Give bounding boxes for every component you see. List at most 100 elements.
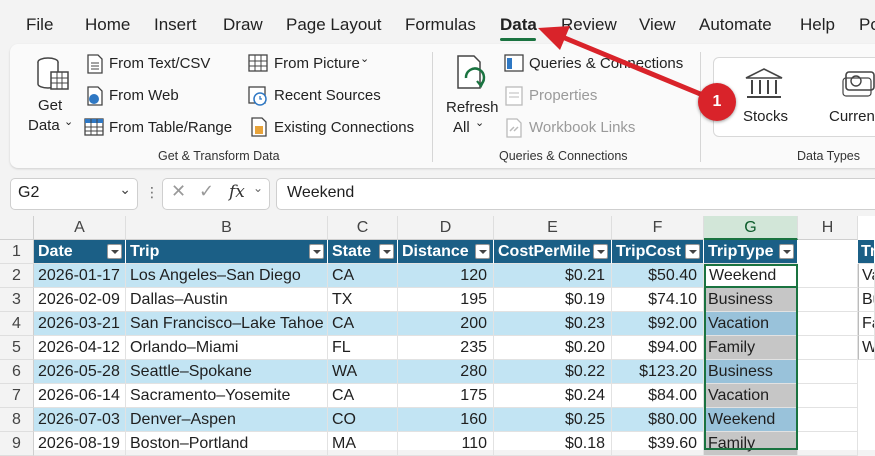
table-cell[interactable]: 2026-04-12 <box>34 336 126 360</box>
enter-icon[interactable]: ✓ <box>199 181 214 202</box>
table-header-cell[interactable]: State <box>328 240 398 264</box>
table-cell[interactable]: Denver–Aspen <box>126 408 328 432</box>
tab-insert[interactable]: Insert <box>154 15 197 35</box>
table-cell[interactable]: $0.23 <box>494 312 612 336</box>
column-header-b[interactable]: B <box>126 216 328 240</box>
tab-power[interactable]: Po <box>859 15 875 35</box>
table-header-cell[interactable]: TripType <box>704 240 798 264</box>
tab-formulas[interactable]: Formulas <box>405 15 476 35</box>
formula-input[interactable]: Weekend <box>276 178 875 210</box>
table-header-cell[interactable]: Trip <box>126 240 328 264</box>
table-cell[interactable]: San Francisco–Lake Tahoe <box>126 312 328 336</box>
table-cell[interactable]: $0.25 <box>494 408 612 432</box>
filter-dropdown-icon[interactable] <box>309 244 324 259</box>
table-cell[interactable]: Weekend <box>704 408 798 432</box>
table-cell[interactable]: $80.00 <box>612 408 704 432</box>
insert-function-icon[interactable]: fx <box>229 182 245 202</box>
from-text-csv-button[interactable]: From Text/CSV <box>109 55 210 72</box>
table-cell[interactable]: 110 <box>398 432 494 456</box>
column-header-c[interactable]: C <box>328 216 398 240</box>
table-cell[interactable]: 235 <box>398 336 494 360</box>
row-header-6[interactable]: 6 <box>0 360 34 384</box>
table-cell[interactable]: Business <box>704 288 798 312</box>
table-cell[interactable]: CO <box>328 408 398 432</box>
tab-help[interactable]: Help <box>800 15 835 35</box>
table-cell[interactable]: CA <box>328 264 398 288</box>
column-header-g[interactable]: G <box>704 216 798 240</box>
empty-cell[interactable] <box>798 288 858 312</box>
get-data-icon[interactable] <box>34 54 74 96</box>
empty-cell[interactable] <box>798 432 858 456</box>
filter-dropdown-icon[interactable] <box>593 244 608 259</box>
tab-draw[interactable]: Draw <box>223 15 263 35</box>
table-cell[interactable]: Family <box>704 432 798 456</box>
select-all-corner[interactable] <box>0 216 34 240</box>
table-cell[interactable]: 2026-03-21 <box>34 312 126 336</box>
table-cell[interactable]: Vacation <box>704 312 798 336</box>
table-cell[interactable]: Orlando–Miami <box>126 336 328 360</box>
table-cell[interactable]: 2026-06-14 <box>34 384 126 408</box>
side-table-header[interactable]: Tr <box>858 240 875 264</box>
side-table-cell[interactable]: Fa <box>858 312 875 336</box>
from-table-range-button[interactable]: From Table/Range <box>109 119 232 136</box>
stocks-button[interactable]: Stocks <box>743 108 788 125</box>
table-cell[interactable]: 200 <box>398 312 494 336</box>
empty-cell[interactable] <box>798 264 858 288</box>
table-cell[interactable]: 175 <box>398 384 494 408</box>
column-header-e[interactable]: E <box>494 216 612 240</box>
row-header-3[interactable]: 3 <box>0 288 34 312</box>
table-cell[interactable]: $0.24 <box>494 384 612 408</box>
filter-dropdown-icon[interactable] <box>107 244 122 259</box>
table-cell[interactable]: Sacramento–Yosemite <box>126 384 328 408</box>
table-cell[interactable]: TX <box>328 288 398 312</box>
row-header-4[interactable]: 4 <box>0 312 34 336</box>
table-cell[interactable]: 195 <box>398 288 494 312</box>
table-cell[interactable]: Business <box>704 360 798 384</box>
column-header-d[interactable]: D <box>398 216 494 240</box>
side-table-cell[interactable]: W <box>858 336 875 360</box>
column-header-f[interactable]: F <box>612 216 704 240</box>
row-header-9[interactable]: 9 <box>0 432 34 456</box>
table-cell[interactable]: $92.00 <box>612 312 704 336</box>
currencies-button[interactable]: Currenc <box>829 108 875 125</box>
table-cell[interactable]: $74.10 <box>612 288 704 312</box>
table-cell[interactable]: $0.19 <box>494 288 612 312</box>
tab-file[interactable]: File <box>26 15 53 35</box>
table-cell[interactable]: Family <box>704 336 798 360</box>
recent-sources-button[interactable]: Recent Sources <box>274 87 381 104</box>
side-table-cell[interactable]: Va <box>858 264 875 288</box>
table-cell[interactable]: CA <box>328 384 398 408</box>
table-cell[interactable]: Boston–Portland <box>126 432 328 456</box>
table-cell[interactable]: 2026-08-19 <box>34 432 126 456</box>
refresh-all-icon[interactable] <box>452 54 492 96</box>
existing-connections-button[interactable]: Existing Connections <box>274 119 414 136</box>
row-header-2[interactable]: 2 <box>0 264 34 288</box>
table-cell[interactable]: $50.40 <box>612 264 704 288</box>
table-header-cell[interactable]: Date <box>34 240 126 264</box>
table-cell[interactable]: CA <box>328 312 398 336</box>
active-cell[interactable]: Weekend <box>704 264 798 288</box>
table-cell[interactable]: 2026-02-09 <box>34 288 126 312</box>
from-web-button[interactable]: From Web <box>109 87 179 104</box>
empty-cell[interactable] <box>798 336 858 360</box>
get-data-label[interactable]: Get <box>38 97 62 114</box>
table-cell[interactable]: 280 <box>398 360 494 384</box>
table-cell[interactable]: $94.00 <box>612 336 704 360</box>
empty-cell[interactable] <box>798 408 858 432</box>
table-cell[interactable]: Dallas–Austin <box>126 288 328 312</box>
table-cell[interactable]: Los Angeles–San Diego <box>126 264 328 288</box>
table-cell[interactable]: 2026-05-28 <box>34 360 126 384</box>
cancel-icon[interactable]: ✕ <box>171 181 186 202</box>
workbook-links-button[interactable]: Workbook Links <box>529 119 635 136</box>
tab-page-layout[interactable]: Page Layout <box>286 15 381 35</box>
refresh-label[interactable]: Refresh <box>446 99 499 116</box>
more-options-icon[interactable]: ⋮ <box>145 184 159 201</box>
filter-dropdown-icon[interactable] <box>379 244 394 259</box>
table-cell[interactable]: $0.22 <box>494 360 612 384</box>
column-header-h[interactable]: H <box>798 216 858 240</box>
table-cell[interactable]: 2026-01-17 <box>34 264 126 288</box>
table-cell[interactable]: $39.60 <box>612 432 704 456</box>
refresh-label-2[interactable]: All <box>453 119 470 136</box>
column-header-a[interactable]: A <box>34 216 126 240</box>
empty-cell[interactable] <box>798 384 858 408</box>
